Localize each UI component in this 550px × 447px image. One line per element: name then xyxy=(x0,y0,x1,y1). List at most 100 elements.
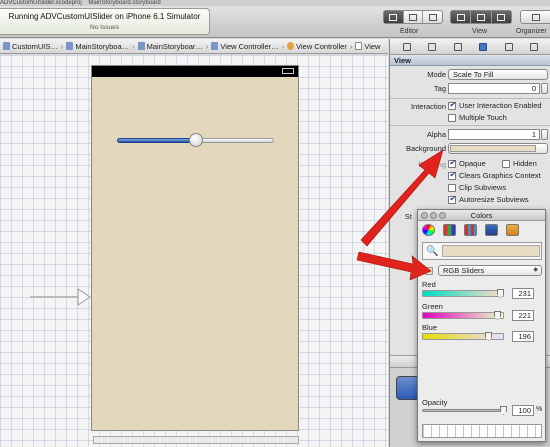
jump-crumb-file[interactable]: MainStoryboar… xyxy=(135,42,206,51)
user-interaction-checkbox[interactable]: User Interaction Enabled xyxy=(448,100,542,110)
activity-title: Running ADVCustomUISlider on iPhone 6.1 … xyxy=(8,12,201,21)
navigator-toggle-button[interactable] xyxy=(451,11,472,23)
red-slider[interactable] xyxy=(422,290,504,297)
utilities-panel-icon xyxy=(497,13,506,21)
quick-help-icon[interactable] xyxy=(428,42,437,51)
view-controller-scene[interactable] xyxy=(91,65,299,431)
jump-crumb-group[interactable]: MainStoryboa… xyxy=(63,42,132,51)
red-value-field[interactable]: 231 xyxy=(512,288,534,299)
crumb-label: MainStoryboar… xyxy=(146,41,203,51)
tag-field[interactable]: 0 xyxy=(448,83,540,94)
jump-crumb-controller[interactable]: View Controller xyxy=(284,42,350,51)
assistant-editor-icon xyxy=(409,13,417,21)
checkbox-checked-icon xyxy=(448,100,456,110)
slider-min-track xyxy=(117,138,197,143)
alpha-field[interactable]: 1 xyxy=(448,129,540,140)
view-controller-icon xyxy=(287,42,295,50)
checkbox-label: Clip Subviews xyxy=(459,183,507,192)
checkbox-label: Multiple Touch xyxy=(459,113,507,122)
crumb-label: MainStoryboa… xyxy=(75,41,130,51)
blue-label: Blue xyxy=(422,323,438,332)
crumb-label: View Controller xyxy=(296,41,347,51)
crumb-label: View xyxy=(364,41,381,51)
utilities-toggle-button[interactable] xyxy=(491,11,511,23)
attributes-inspector-icon[interactable] xyxy=(479,42,488,51)
file-tab[interactable]: ADVCustomUISlider.xcodeproj xyxy=(0,0,82,6)
green-value-field[interactable]: 221 xyxy=(512,310,534,321)
checkbox-label: Clears Graphics Context xyxy=(459,171,541,180)
editor-segmented-control xyxy=(383,10,443,24)
checkbox-empty-icon xyxy=(448,113,456,122)
horizontal-scrollbar[interactable] xyxy=(93,436,299,444)
hidden-checkbox[interactable]: Hidden xyxy=(502,159,537,168)
tag-stepper[interactable] xyxy=(541,83,548,94)
red-label: Red xyxy=(422,280,436,289)
divider xyxy=(390,98,550,99)
blue-value-field[interactable]: 196 xyxy=(512,331,534,342)
crumb-label: CustomUIS… xyxy=(12,41,58,51)
mode-label: Mode xyxy=(427,70,446,79)
color-palettes-icon[interactable] xyxy=(464,224,477,236)
green-slider[interactable] xyxy=(422,312,504,319)
scene-icon xyxy=(211,42,219,50)
current-color-swatch[interactable] xyxy=(442,245,540,257)
background-swatch xyxy=(450,145,536,152)
organizer-slot xyxy=(521,11,550,23)
divider xyxy=(390,125,550,126)
view-icon xyxy=(355,42,363,50)
navigator-panel-icon xyxy=(456,13,465,21)
file-tab[interactable]: MainStoryboard.storyboard xyxy=(88,0,160,6)
organizer-icon xyxy=(531,13,540,21)
annotation-arrows xyxy=(356,149,444,280)
clip-subviews-checkbox[interactable]: Clip Subviews xyxy=(448,183,506,192)
jump-crumb-scene[interactable]: View Controller… xyxy=(208,42,281,51)
autoresize-checkbox[interactable]: Autoresize Subviews xyxy=(448,194,529,204)
checkbox-label: User Interaction Enabled xyxy=(459,101,542,110)
checkbox-empty-icon xyxy=(502,159,510,168)
tag-label: Tag xyxy=(433,84,446,93)
file-inspector-icon[interactable] xyxy=(402,42,411,51)
view-segmented-control xyxy=(450,10,512,24)
identity-inspector-icon[interactable] xyxy=(453,42,462,51)
crayons-icon[interactable] xyxy=(506,224,519,236)
editor-label: Editor xyxy=(400,28,419,35)
opacity-slider-thumb[interactable] xyxy=(500,406,507,415)
checkbox-label: Opaque xyxy=(459,159,486,168)
multiple-touch-checkbox[interactable]: Multiple Touch xyxy=(448,113,507,122)
organizer-label: Organizer xyxy=(516,28,547,35)
opacity-slider[interactable] xyxy=(422,409,504,412)
storyboard-icon xyxy=(137,42,145,50)
crumb-label: View Controller… xyxy=(220,41,279,51)
jump-bar: CustomUIS… › MainStoryboa… › MainStorybo… xyxy=(0,39,388,54)
inspector-tabs xyxy=(390,39,550,55)
clears-context-checkbox[interactable]: Clears Graphics Context xyxy=(448,170,541,180)
slider-max-track xyxy=(196,138,274,143)
section-title: View xyxy=(394,56,411,65)
mode-popup[interactable]: Scale To Fill xyxy=(448,69,548,80)
size-inspector-icon[interactable] xyxy=(504,42,513,51)
version-editor-button[interactable] xyxy=(423,11,442,23)
image-palettes-icon[interactable] xyxy=(485,224,498,236)
opacity-value-field[interactable]: 100 xyxy=(512,405,534,416)
debug-area-toggle-button[interactable] xyxy=(471,11,492,23)
file-tabs-strip: ADVCustomUISlider.xcodeproj MainStoryboa… xyxy=(0,0,550,6)
initial-scene-arrow-icon xyxy=(30,288,91,306)
checkbox-label: Autoresize Subviews xyxy=(459,195,529,204)
colors-title: Colors xyxy=(470,211,493,220)
status-bar xyxy=(92,66,298,77)
standard-editor-button[interactable] xyxy=(384,11,404,23)
color-swatch-palette[interactable] xyxy=(422,424,542,438)
alpha-stepper[interactable] xyxy=(541,129,548,140)
view-label: View xyxy=(472,28,488,35)
activity-viewer: Running ADVCustomUISlider on iPhone 6.1 … xyxy=(0,8,210,35)
jump-crumb-view[interactable]: View xyxy=(352,42,383,51)
section-header-view[interactable]: View xyxy=(390,56,550,66)
assistant-editor-button[interactable] xyxy=(404,11,424,23)
checkbox-label: Hidden xyxy=(513,159,537,168)
debug-panel-icon xyxy=(476,13,485,21)
slider-thumb[interactable] xyxy=(189,133,203,147)
jump-crumb-project[interactable]: CustomUIS… xyxy=(0,42,61,51)
background-color-well[interactable] xyxy=(448,143,548,154)
organizer-button[interactable] xyxy=(520,10,550,24)
connections-inspector-icon[interactable] xyxy=(530,42,539,51)
